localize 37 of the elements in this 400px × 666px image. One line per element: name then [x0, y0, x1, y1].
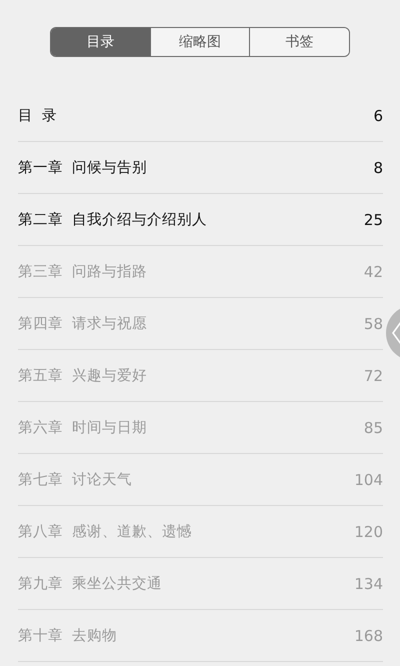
- contents-row[interactable]: 目 录 6: [18, 90, 383, 142]
- chapter-title: 第五章 兴趣与爱好: [18, 366, 148, 385]
- tab[interactable]: 目录: [51, 28, 150, 56]
- page-number: 104: [354, 470, 383, 488]
- page-number: 58: [364, 314, 383, 332]
- page-number: 25: [364, 210, 383, 228]
- chapter-title: 目 录: [18, 107, 58, 125]
- chapter-title: 第十章 去购物: [18, 626, 118, 645]
- page-number: 120: [354, 522, 383, 540]
- contents-row[interactable]: 第六章 时间与日期 85: [18, 402, 383, 454]
- contents-row[interactable]: 第五章 兴趣与爱好 72: [18, 350, 383, 402]
- contents-row[interactable]: 第九章 乘坐公共交通 134: [18, 558, 383, 610]
- page-number: 168: [354, 626, 383, 644]
- page-number: 8: [373, 158, 383, 176]
- contents-row[interactable]: 第七章 讨论天气 104: [18, 454, 383, 506]
- page-number: 72: [364, 366, 383, 384]
- chapter-title: 第一章 问候与告别: [18, 158, 148, 177]
- contents-row[interactable]: 第三章 问路与指路 42: [18, 246, 383, 298]
- tab[interactable]: 缩略图: [150, 28, 250, 56]
- contents-row[interactable]: 第八章 感谢、道歉、遗憾 120: [18, 506, 383, 558]
- page-number: 6: [373, 106, 383, 124]
- contents-row[interactable]: 第十章 去购物 168: [18, 610, 383, 662]
- contents-row[interactable]: 第一章 问候与告别 8: [18, 142, 383, 194]
- chapter-title: 第二章 自我介绍与介绍别人: [18, 210, 208, 229]
- contents-row[interactable]: 第二章 自我介绍与介绍别人 25: [18, 194, 383, 246]
- page-number: 85: [364, 418, 383, 436]
- contents-row[interactable]: 第四章 请求与祝愿 58: [18, 298, 383, 350]
- page-number: 134: [354, 574, 383, 592]
- chapter-title: 第三章 问路与指路: [18, 262, 148, 281]
- chapter-title: 第八章 感谢、道歉、遗憾: [18, 522, 192, 541]
- chapter-title: 第九章 乘坐公共交通: [18, 574, 162, 593]
- page-number: 42: [364, 262, 383, 280]
- chevron-left-icon: [392, 321, 400, 345]
- chapter-title: 第六章 时间与日期: [18, 418, 148, 437]
- chapter-title: 第七章 讨论天气: [18, 470, 132, 489]
- tab[interactable]: 书签: [249, 28, 349, 56]
- chapter-title: 第四章 请求与祝愿: [18, 314, 148, 333]
